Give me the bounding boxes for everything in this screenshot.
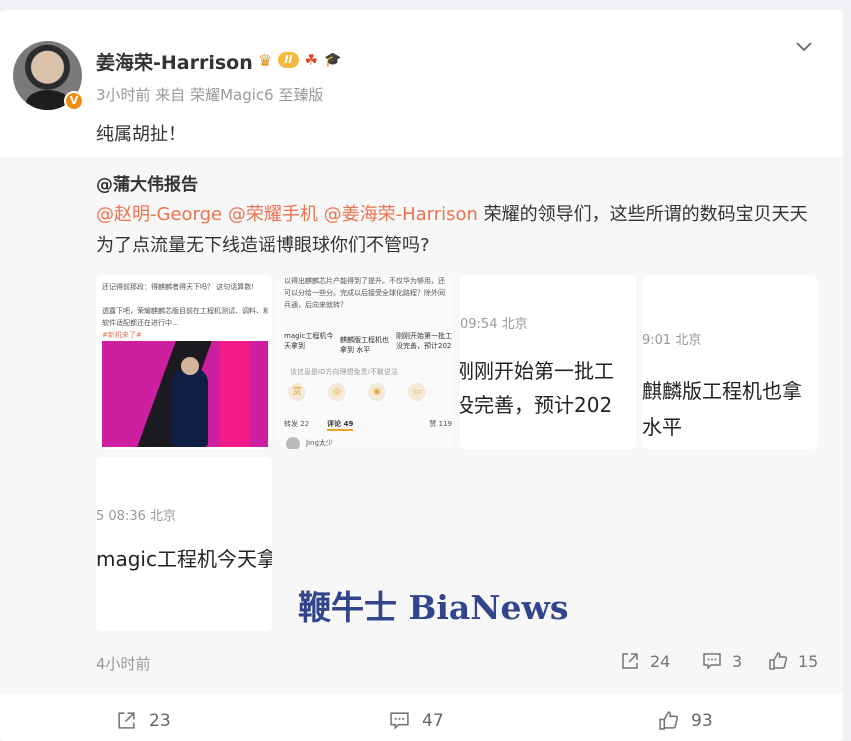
repost-comment-button[interactable]: 3 (702, 651, 742, 671)
tab-likes: 赞 119 (429, 420, 452, 428)
repost-text: @赵明-George @荣耀手机 @姜海荣-Harrison 荣耀的领导们，这些… (96, 199, 824, 261)
tab-comments: 评论 49 (327, 419, 354, 431)
repost-like-button[interactable]: 15 (768, 651, 818, 671)
mention-link[interactable]: @荣耀手机 (228, 204, 318, 225)
thumb-text: 水平 (642, 415, 682, 439)
thumbnail-caption: 以得出麒麟芯片产能得到了提升。不仅华为够用，还 可以分给一些分。完成以后接受全球… (284, 275, 452, 311)
thumb-time: 5 08:36 北京 (96, 509, 176, 524)
like-button[interactable]: 93 (658, 710, 713, 731)
post-text: 纯属胡扯！ (96, 124, 186, 145)
thumb-text: 没完善，预计202 (460, 393, 613, 417)
repost-share-button[interactable]: 24 (620, 651, 670, 671)
level-badge: II (278, 52, 299, 68)
reward-icon: 赏 (288, 383, 306, 401)
commenter-name: Jing太少 (306, 439, 333, 447)
weibo-post-card: V 姜海荣-Harrison ♛ II ☘ 🎓 3小时前 来自 荣耀Magic6… (0, 10, 843, 741)
like-count: 93 (691, 710, 713, 731)
caption-line: #新机来了# (102, 331, 142, 339)
thumb-text: 刚刚开始第一批工 (460, 359, 614, 383)
tab-repost: 转发 22 (284, 420, 310, 428)
comment-count: 3 (732, 651, 743, 671)
like-count: 15 (798, 651, 819, 671)
crown-icon: ♛ (258, 50, 273, 70)
mention-link[interactable]: @赵明-George (96, 204, 222, 225)
wechat-icon: ◎ (328, 383, 346, 401)
repost-author[interactable]: @蒲大伟报告 (96, 170, 198, 195)
image-thumbnail[interactable]: 9:01 北京 麒麟版工程机也拿 水平 (642, 275, 818, 449)
thumbs-up-icon (769, 652, 788, 670)
share-count: 23 (149, 710, 171, 731)
stage-photo (102, 341, 268, 447)
username[interactable]: 姜海荣-Harrison (96, 48, 253, 75)
share-count: 24 (650, 651, 671, 671)
caption-line: 还记得前那段：得麒麟者得天下吗？ 这句话算数! (102, 283, 255, 291)
caption-line: 软件适配都还在进行中... (102, 319, 179, 327)
post-meta: 3小时前 来自 荣耀Magic6 至臻版 (96, 86, 324, 104)
bookmark-icon: ▭ (408, 383, 426, 401)
commenter-avatar (286, 437, 300, 449)
thumb-time: 09:54 北京 (460, 317, 528, 332)
mention-link[interactable]: @姜海荣-Harrison (324, 204, 478, 225)
watermark: 鞭牛士 BiaNews (298, 588, 569, 627)
share-icons-row: 赏 ◎ ◉ ▭ (288, 383, 426, 401)
reposted-content: @蒲大伟报告 @赵明-George @荣耀手机 @姜海荣-Harrison 荣耀… (0, 157, 843, 694)
thumb-time: 9:01 北京 (642, 333, 702, 348)
mini-text: 刚刚开始第一批工 没完善，预计202 (396, 332, 452, 350)
share-button[interactable]: 23 (116, 710, 171, 731)
image-thumbnail[interactable]: 5 08:36 北京 magic工程机今天拿到 (96, 457, 272, 631)
caption-line: 兵通，后向来就转？ (284, 301, 347, 309)
fire-icon: ☘ (304, 51, 318, 69)
caption-line: 透露下吧，荣耀麒麟芯版目前在工程机测试、调料、和 (102, 307, 268, 315)
stats-tabs: 转发 22 评论 49 赞 119 (284, 419, 452, 431)
verified-badge: V (64, 91, 84, 111)
graduation-cap-icon: 🎓 (323, 52, 342, 68)
share-icon (622, 653, 638, 669)
caption-line: 可以分给一些分。完成以后接受全球化路程？除外同 (284, 289, 445, 297)
post-footer-actions: 23 47 93 (0, 694, 843, 741)
comment-icon (390, 712, 409, 730)
mini-text: magic工程机今天拿到 (284, 332, 334, 350)
user-badges: ♛ II ☘ 🎓 (258, 48, 341, 72)
caption-line (102, 293, 268, 305)
comment-button[interactable]: 47 (389, 710, 444, 731)
thumb-text: 麒麟版工程机也拿 (642, 379, 802, 403)
image-thumbnail[interactable]: 09:54 北京 刚刚开始第一批工 没完善，预计202 (460, 275, 636, 449)
comment-count: 47 (422, 710, 444, 731)
caption-line: 以得出麒麟芯片产能得到了提升。不仅华为够用，还 (284, 277, 445, 285)
thumb-text: magic工程机今天拿到 (96, 547, 272, 571)
share-icon (118, 712, 135, 729)
comment-icon (703, 653, 721, 670)
thumbnail-caption: 还记得前那段：得麒麟者得天下吗？ 这句话算数! 透露下吧，荣耀麒麟芯版目前在工程… (102, 281, 268, 341)
mini-text: 麒麟版工程机也拿到 水平 (340, 336, 389, 354)
chevron-down-icon[interactable] (795, 38, 813, 56)
moments-icon: ◉ (368, 383, 386, 401)
thumbs-up-icon (659, 711, 679, 730)
image-thumbnail[interactable]: 还记得前那段：得麒麟者得天下吗？ 这句话算数! 透露下吧，荣耀麒麟芯版目前在工程… (96, 275, 272, 449)
image-thumbnail[interactable]: 以得出麒麟芯片产能得到了提升。不仅华为够用，还 可以分给一些分。完成以后接受全球… (278, 275, 454, 449)
repost-time: 4小时前 (96, 655, 151, 673)
mini-text: 该信息是ID方向理想免责/不敢说法 (290, 368, 398, 376)
